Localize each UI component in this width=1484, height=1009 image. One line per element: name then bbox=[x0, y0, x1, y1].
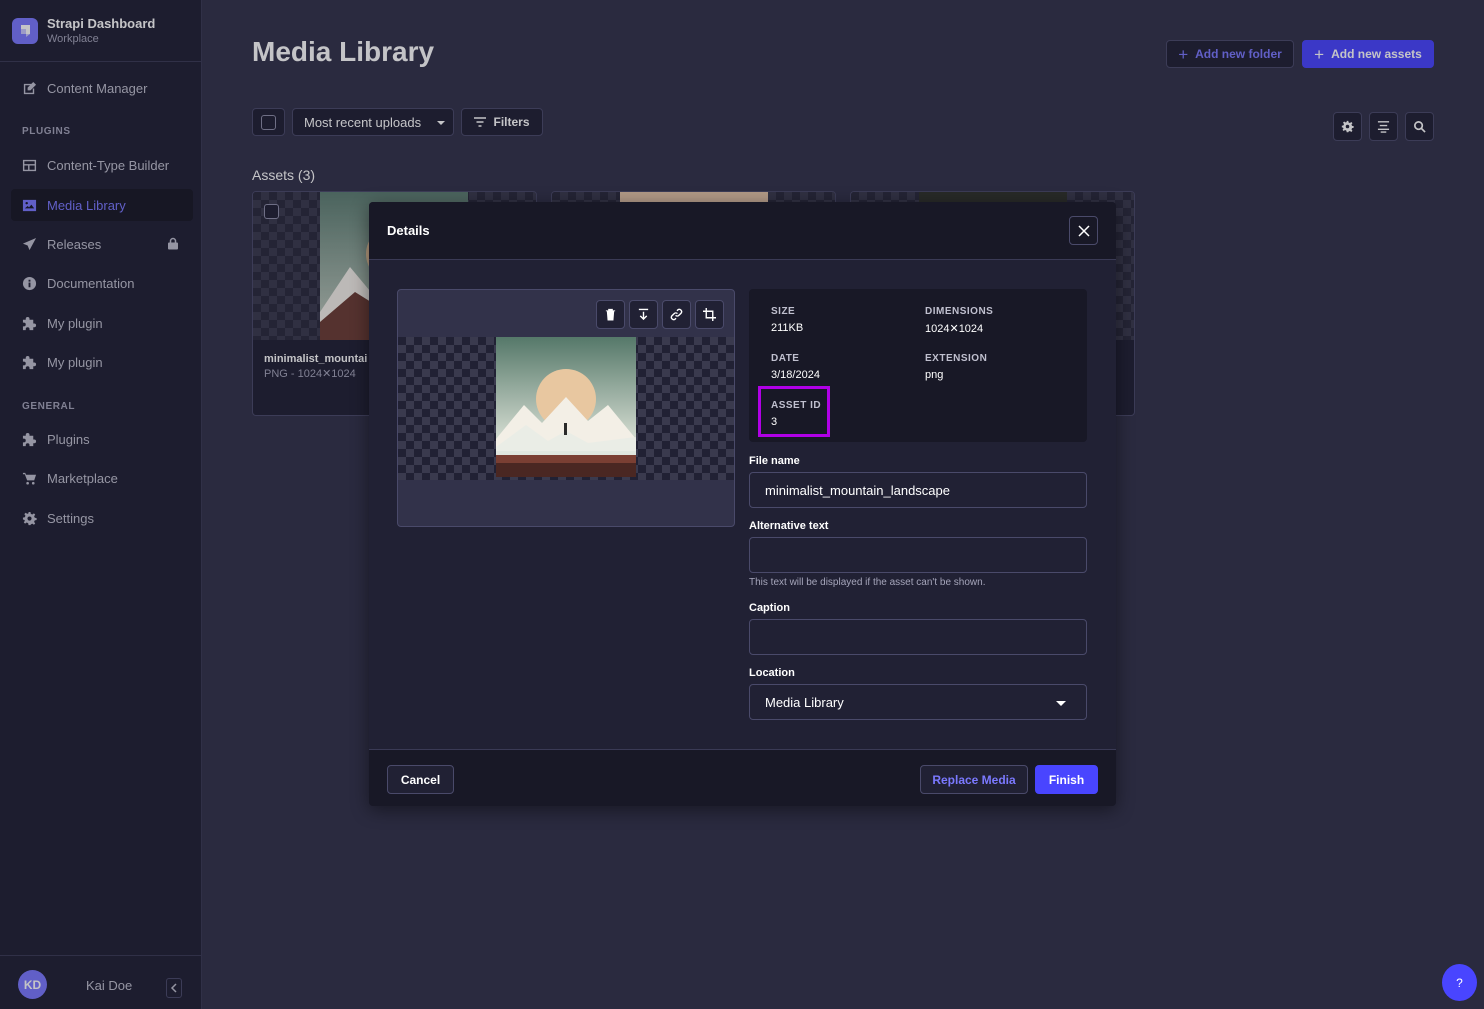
replace-media-button[interactable]: Replace Media bbox=[920, 765, 1028, 794]
modal-footer: Cancel Replace Media Finish bbox=[369, 749, 1116, 806]
alt-text-input[interactable] bbox=[749, 537, 1087, 573]
file-name-label: File name bbox=[749, 455, 800, 467]
cancel-button[interactable]: Cancel bbox=[387, 765, 454, 794]
finish-label: Finish bbox=[1048, 772, 1085, 787]
alt-text-label: Alternative text bbox=[749, 520, 829, 532]
asset-metadata: SIZE 211KB DIMENSIONS 1024✕1024 DATE 3/1… bbox=[749, 289, 1087, 442]
preview-image bbox=[496, 337, 636, 477]
caption-input[interactable] bbox=[749, 619, 1087, 655]
file-name-input[interactable]: minimalist_mountain_landscape bbox=[749, 472, 1087, 508]
details-modal: Details SIZE 211KB DIMENSIONS 1024✕1024 … bbox=[369, 202, 1116, 806]
date-label: DATE bbox=[771, 353, 800, 364]
highlight-box bbox=[758, 386, 830, 437]
extension-label: EXTENSION bbox=[925, 353, 988, 364]
location-label: Location bbox=[749, 667, 795, 679]
caption-label: Caption bbox=[749, 602, 790, 614]
file-name-value: minimalist_mountain_landscape bbox=[765, 482, 950, 498]
size-value: 211KB bbox=[771, 322, 804, 334]
close-button[interactable] bbox=[1069, 216, 1098, 245]
close-icon bbox=[1077, 224, 1090, 237]
caret-down-icon bbox=[1056, 701, 1066, 706]
replace-media-label: Replace Media bbox=[932, 772, 1016, 787]
cancel-label: Cancel bbox=[400, 772, 441, 787]
link-icon bbox=[670, 308, 683, 321]
download-icon bbox=[638, 308, 649, 321]
help-button[interactable]: ? bbox=[1442, 964, 1477, 1001]
finish-button[interactable]: Finish bbox=[1035, 765, 1098, 794]
alt-text-hint: This text will be displayed if the asset… bbox=[749, 577, 986, 588]
trash-icon bbox=[605, 308, 616, 321]
dimensions-label: DIMENSIONS bbox=[925, 306, 994, 317]
modal-header: Details bbox=[369, 202, 1116, 260]
size-label: SIZE bbox=[771, 306, 796, 317]
extension-value: png bbox=[925, 369, 944, 381]
location-value: Media Library bbox=[765, 694, 844, 710]
crop-icon bbox=[703, 308, 716, 321]
dimensions-value: 1024✕1024 bbox=[925, 323, 984, 335]
download-button[interactable] bbox=[629, 300, 658, 329]
preview-toolbar bbox=[596, 300, 724, 329]
delete-button[interactable] bbox=[596, 300, 625, 329]
crop-button[interactable] bbox=[695, 300, 724, 329]
date-value: 3/18/2024 bbox=[771, 369, 820, 381]
copy-link-button[interactable] bbox=[662, 300, 691, 329]
asset-preview bbox=[397, 289, 735, 527]
location-select[interactable]: Media Library bbox=[749, 684, 1087, 720]
modal-title: Details bbox=[387, 223, 430, 238]
